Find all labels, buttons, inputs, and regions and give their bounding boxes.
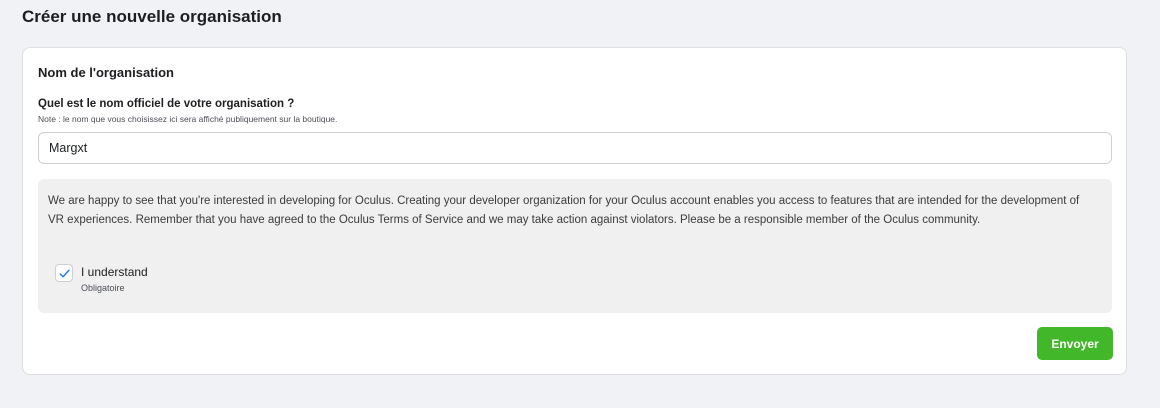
terms-info-text: We are happy to see that you're interest… [48, 195, 1080, 226]
page-title: Créer une nouvelle organisation [22, 7, 282, 26]
checkmark-icon [58, 269, 70, 277]
section-title: Nom de l'organisation [38, 65, 174, 80]
understand-checkbox-labels: I understand Obligatoire [81, 264, 148, 294]
submit-button[interactable]: Envoyer [1037, 327, 1113, 360]
understand-checkbox-label[interactable]: I understand [81, 265, 148, 280]
organization-name-question: Quel est le nom officiel de votre organi… [38, 98, 295, 110]
organization-name-note: Note : le nom que vous choisissez ici se… [38, 114, 338, 124]
organization-name-input[interactable] [38, 132, 1112, 164]
required-label: Obligatoire [81, 283, 125, 293]
understand-checkbox-row: I understand Obligatoire [55, 264, 148, 294]
organization-card: Nom de l'organisation Quel est le nom of… [22, 47, 1127, 375]
understand-checkbox[interactable] [55, 264, 73, 282]
terms-info-panel: We are happy to see that you're interest… [38, 179, 1112, 313]
